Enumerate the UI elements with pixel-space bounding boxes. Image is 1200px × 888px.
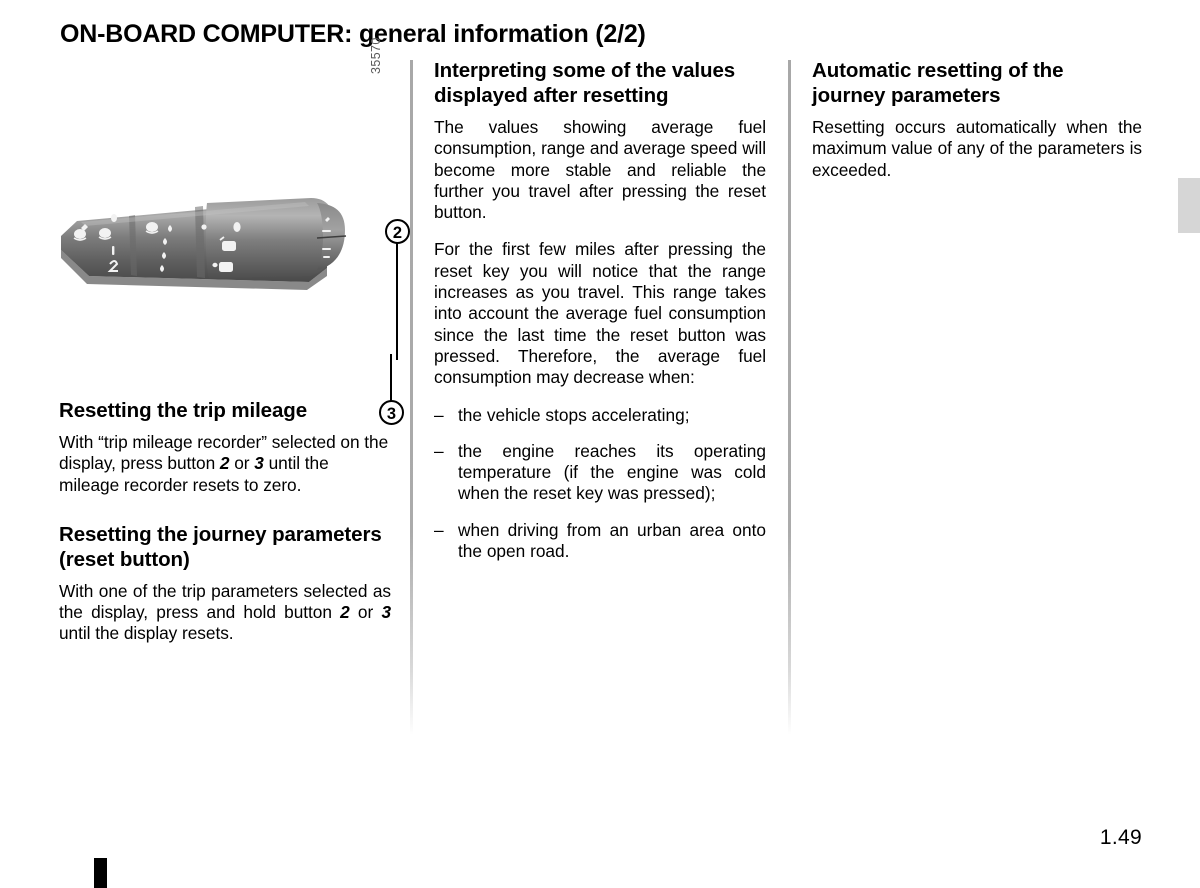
figure-wiper-stalk: 35570 2 3 <box>59 37 410 425</box>
list-item-label: the engine reaches its operating tempera… <box>458 440 766 504</box>
text-part: or <box>349 602 382 623</box>
paragraph-resetting-trip-mileage: With “trip mileage recorder” selected on… <box>59 432 391 496</box>
callout-3-leader-line <box>390 354 393 402</box>
section-edge-tab <box>1178 178 1200 233</box>
heading-resetting-journey-parameters: Resetting the journey parameters (reset … <box>59 522 382 571</box>
list-item-label: the vehicle stops accelerating; <box>458 404 690 425</box>
column-divider-left <box>410 60 413 735</box>
paragraph-resetting-journey-parameters: With one of the trip parameters selected… <box>59 581 391 645</box>
callout-3: 3 <box>379 400 404 425</box>
page-number: 1.49 <box>1099 826 1142 849</box>
left-column: Resetting the trip mileage With “trip mi… <box>59 398 391 645</box>
list-item: – the engine reaches its operating tempe… <box>434 441 766 505</box>
bottom-registration-mark <box>94 858 107 888</box>
fuel-consumption-conditions-list: – the vehicle stops accelerating; – the … <box>434 405 766 563</box>
page-title: ON-BOARD COMPUTER: general information (… <box>60 20 646 48</box>
paragraph-interpreting-values-1: The values showing average fuel consumpt… <box>434 117 766 223</box>
dash-bullet-icon: – <box>434 440 444 461</box>
text-part: until the display resets. <box>59 623 234 644</box>
heading-resetting-trip-mileage: Resetting the trip mileage <box>59 399 308 422</box>
right-column: Automatic resetting of the journey param… <box>812 58 1142 181</box>
button-number-3: 3 <box>254 453 264 474</box>
callout-2: 2 <box>385 219 410 244</box>
list-item: – the vehicle stops accelerating; <box>434 405 766 426</box>
button-number-3: 3 <box>381 602 391 623</box>
heading-interpreting-values: Interpreting some of the values displaye… <box>434 59 736 107</box>
text-part: or <box>229 453 255 474</box>
button-number-2: 2 <box>340 602 350 623</box>
dash-bullet-icon: – <box>434 519 444 540</box>
dash-bullet-icon: – <box>434 404 444 425</box>
heading-automatic-resetting: Automatic resetting of the journey param… <box>812 59 1064 107</box>
list-item: – when driving from an urban area onto t… <box>434 520 766 563</box>
wiper-stalk-image <box>61 198 347 290</box>
paragraph-automatic-resetting: Resetting occurs automatically when the … <box>812 117 1142 180</box>
middle-column: Interpreting some of the values displaye… <box>434 58 766 562</box>
list-item-label: when driving from an urban area onto the… <box>458 519 766 562</box>
figure-reference-number: 35570 <box>369 37 383 74</box>
callout-2-leader-line <box>396 242 399 360</box>
column-divider-right <box>788 60 791 735</box>
paragraph-interpreting-values-2: For the first few miles after pressing t… <box>434 239 766 388</box>
